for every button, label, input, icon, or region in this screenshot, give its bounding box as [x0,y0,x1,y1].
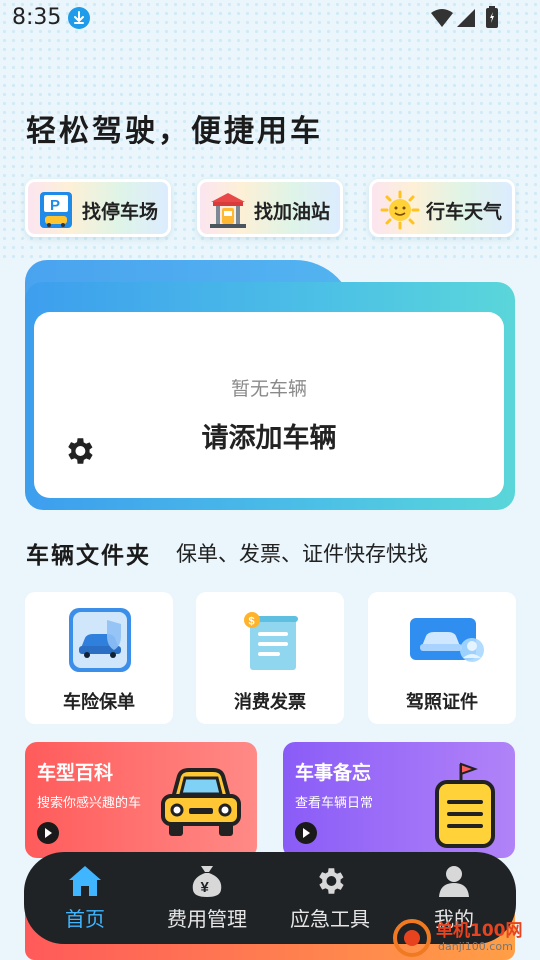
tab-expense-management[interactable]: ¥ 费用管理 [152,852,262,944]
invoice-card[interactable]: $ 消费发票 [196,592,344,724]
watermark-name: 单机100网 [436,921,523,941]
arrow-right-icon[interactable] [37,822,59,844]
tab-emergency-tools[interactable]: 应急工具 [275,852,385,944]
folder-section-title: 车辆文件夹 [26,543,151,569]
tab-emergency-label: 应急工具 [290,907,370,931]
find-gas-station-button[interactable]: 找加油站 [197,179,343,237]
find-parking-button[interactable]: P 找停车场 [25,179,171,237]
svg-text:P: P [50,197,60,214]
memo-note-icon [431,762,501,858]
car-insurance-label: 车险保单 [63,692,135,713]
add-vehicle-button[interactable]: 请添加车辆 [34,416,504,455]
folder-section-subtitle: 保单、发票、证件快存快找 [176,542,428,566]
car-memo-card[interactable]: 车事备忘 查看车辆日常 [283,742,515,858]
driver-license-label: 驾照证件 [406,692,478,713]
tab-home-label: 首页 [65,907,105,931]
money-bag-icon: ¥ [189,864,225,902]
watermark-logo-icon [392,918,432,960]
invoice-icon: $ [238,606,304,680]
vehicle-card-body[interactable]: 暂无车辆 请添加车辆 [34,312,504,498]
vehicle-card: 暂无车辆 请添加车辆 [25,260,515,510]
user-icon [436,864,472,902]
page-headline: 轻松驾驶，便捷用车 [26,114,323,149]
tab-home[interactable]: 首页 [30,852,140,944]
status-time: 8:35 [12,5,62,30]
site-watermark: 单机100网 danji100.com [392,916,540,960]
wifi-icon [430,8,454,32]
car-insurance-card[interactable]: 车险保单 [25,592,173,724]
driver-license-card[interactable]: 驾照证件 [368,592,516,724]
svg-text:$: $ [249,616,255,628]
no-vehicle-text: 暂无车辆 [230,378,307,400]
find-parking-label: 找停车场 [82,201,159,223]
svg-text:¥: ¥ [201,879,210,896]
arrow-right-icon[interactable] [295,822,317,844]
home-icon [67,864,103,902]
gear-icon [312,864,348,902]
status-bar: 8:35 [0,0,540,36]
gas-station-icon [208,190,248,234]
find-gas-station-label: 找加油站 [254,201,331,223]
car-encyclopedia-card[interactable]: 车型百科 搜索你感兴趣的车 [25,742,257,858]
car-memo-title: 车事备忘 [295,762,372,784]
watermark-domain: danji100.com [438,940,513,953]
signal-icon [456,8,476,32]
insurance-car-icon [67,606,133,680]
parking-icon: P [36,190,76,234]
gear-icon[interactable] [62,434,96,472]
driving-weather-label: 行车天气 [426,201,503,223]
invoice-label: 消费发票 [234,692,306,713]
sun-icon [380,190,420,234]
car-encyclopedia-title: 车型百科 [37,762,114,784]
download-icon [68,7,90,29]
tab-expense-label: 费用管理 [167,907,247,931]
battery-icon [485,6,499,32]
license-card-icon [410,606,488,680]
car-memo-subtitle: 查看车辆日常 [295,796,374,811]
driving-weather-button[interactable]: 行车天气 [369,179,515,237]
car-encyclopedia-subtitle: 搜索你感兴趣的车 [37,796,142,811]
yellow-car-icon [159,762,243,846]
